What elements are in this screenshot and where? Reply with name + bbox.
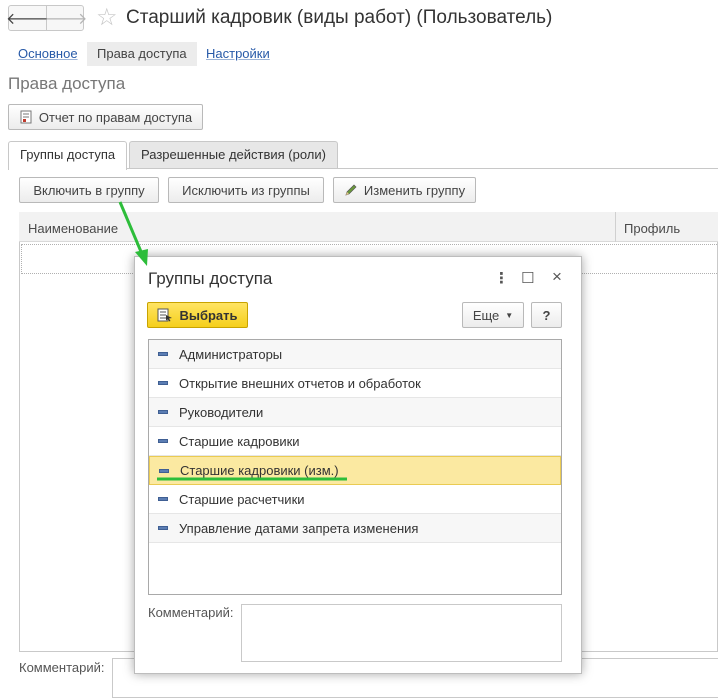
exclude-from-group-button[interactable]: Исключить из группы bbox=[168, 177, 324, 203]
access-groups-dialog: Группы доступа ⋮ ☐ × Выбрать Еще ▼ ? Адм… bbox=[134, 256, 582, 674]
column-profile[interactable]: Профиль bbox=[624, 221, 680, 236]
list-item[interactable]: Старшие кадровики bbox=[149, 427, 561, 456]
include-in-group-button[interactable]: Включить в группу bbox=[19, 177, 159, 203]
select-button[interactable]: Выбрать bbox=[147, 302, 248, 328]
window-title: Старший кадровик (виды работ) (Пользоват… bbox=[126, 7, 553, 28]
comment-label: Комментарий: bbox=[19, 660, 105, 675]
list-item-label: Администраторы bbox=[179, 346, 283, 362]
list-item-label: Управление датами запрета изменения bbox=[179, 520, 419, 536]
group-icon bbox=[158, 497, 168, 501]
list-item[interactable]: Управление датами запрета изменения bbox=[149, 514, 561, 543]
dialog-comment-label: Комментарий: bbox=[148, 605, 234, 620]
list-item-label: Старшие кадровики bbox=[179, 433, 300, 449]
pencil-icon bbox=[345, 184, 357, 196]
tab-access-groups[interactable]: Группы доступа bbox=[8, 141, 128, 170]
maximize-icon[interactable]: ☐ bbox=[521, 269, 534, 287]
access-report-label: Отчет по правам доступа bbox=[38, 109, 193, 125]
exclude-from-group-label: Исключить из группы bbox=[182, 182, 310, 198]
report-icon bbox=[20, 110, 32, 124]
list-item-label: Руководители bbox=[179, 404, 264, 420]
close-icon[interactable]: × bbox=[552, 267, 562, 287]
tab-settings[interactable]: Настройки bbox=[206, 42, 270, 66]
include-in-group-label: Включить в группу bbox=[33, 182, 145, 198]
arrow-right-icon: 🡒 bbox=[44, 10, 88, 28]
back-button[interactable]: 🡐 bbox=[6, 6, 49, 30]
dialog-title: Группы доступа bbox=[148, 269, 273, 288]
list-item-label: Открытие внешних отчетов и обработок bbox=[179, 375, 421, 391]
section-title: Права доступа bbox=[8, 74, 126, 93]
forward-button[interactable]: 🡒 bbox=[44, 6, 88, 30]
group-icon bbox=[159, 468, 169, 473]
list-item-label: Старшие кадровики (изм.) bbox=[180, 463, 339, 478]
menu-icon[interactable]: ⋮ bbox=[494, 269, 509, 287]
list-item[interactable]: Руководители bbox=[149, 398, 561, 427]
column-separator bbox=[615, 212, 616, 242]
dialog-comment-field[interactable] bbox=[241, 604, 562, 662]
group-icon bbox=[158, 352, 168, 356]
arrow-left-icon: 🡐 bbox=[6, 10, 49, 28]
star-icon[interactable]: ☆ bbox=[96, 4, 118, 32]
table-header bbox=[19, 212, 718, 242]
select-label: Выбрать bbox=[179, 307, 238, 323]
list-item-label: Старшие расчетчики bbox=[179, 491, 305, 507]
edit-group-button[interactable]: Изменить группу bbox=[333, 177, 476, 203]
list-item[interactable]: Открытие внешних отчетов и обработок bbox=[149, 369, 561, 398]
edit-group-label: Изменить группу bbox=[363, 182, 466, 198]
help-button[interactable]: ? bbox=[531, 302, 562, 328]
groups-list: Администраторы Открытие внешних отчетов … bbox=[148, 339, 562, 595]
tab-access-rights[interactable]: Права доступа bbox=[87, 42, 197, 66]
group-icon bbox=[158, 526, 168, 530]
access-report-button[interactable]: Отчет по правам доступа bbox=[8, 104, 203, 130]
select-icon bbox=[157, 308, 173, 322]
group-icon bbox=[158, 439, 168, 443]
column-name[interactable]: Наименование bbox=[28, 221, 118, 236]
more-label: Еще bbox=[472, 307, 500, 323]
history-nav: 🡐 🡒 bbox=[6, 5, 88, 31]
tab-allowed-actions[interactable]: Разрешенные действия (роли) bbox=[129, 141, 338, 169]
more-button[interactable]: Еще ▼ bbox=[462, 302, 524, 328]
list-item-selected[interactable]: Старшие кадровики (изм.) bbox=[149, 456, 561, 485]
group-icon bbox=[158, 381, 168, 385]
group-icon bbox=[158, 410, 168, 414]
list-item[interactable]: Администраторы bbox=[149, 340, 561, 369]
chevron-down-icon: ▼ bbox=[505, 310, 514, 320]
list-item[interactable]: Старшие расчетчики bbox=[149, 485, 561, 514]
tab-main[interactable]: Основное bbox=[18, 42, 78, 66]
